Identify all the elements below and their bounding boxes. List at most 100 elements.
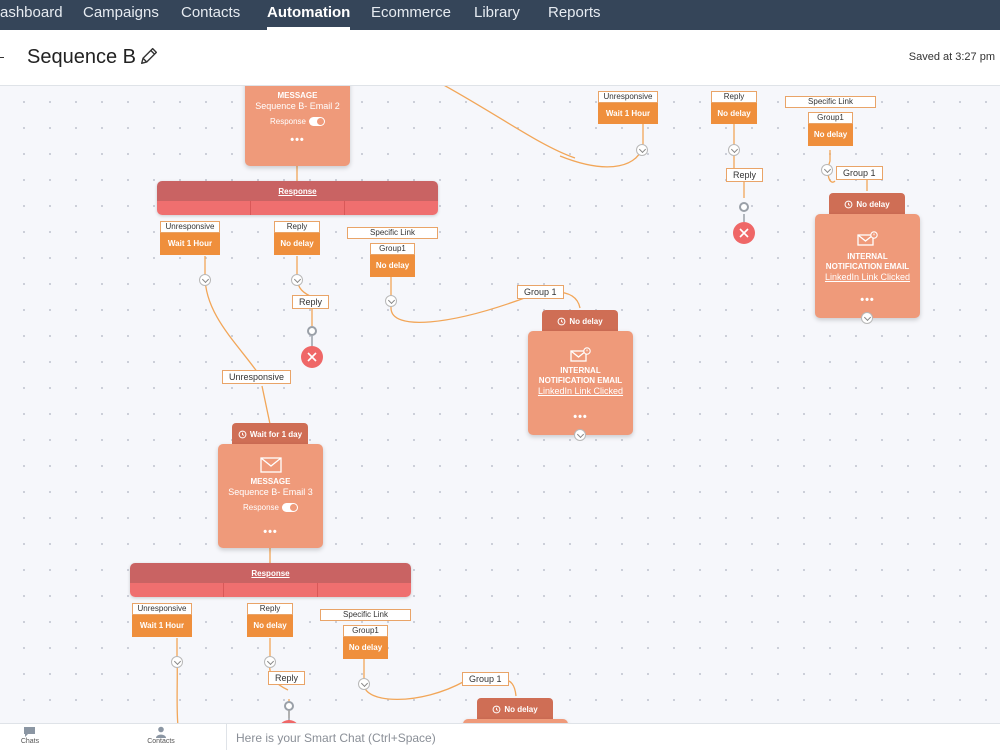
- no-delay-button[interactable]: No delay: [711, 103, 757, 124]
- chevron-down-icon[interactable]: [291, 274, 303, 286]
- automation-canvas[interactable]: Unresponsive Wait 1 Hour Reply No delay …: [0, 86, 1000, 723]
- card-type-label: MESSAGE: [277, 91, 318, 100]
- chevron-down-icon[interactable]: [199, 274, 211, 286]
- response-bar: Response: [157, 181, 438, 215]
- chevron-down-icon[interactable]: [264, 656, 276, 668]
- person-icon: [156, 726, 166, 738]
- clock-history-icon: [238, 430, 247, 438]
- page-header: Sequence B Saved at 3:27 pm: [0, 30, 1000, 86]
- chevron-down-icon[interactable]: [861, 312, 873, 324]
- bottom-bar: Chats Contacts: [0, 723, 1000, 750]
- group-label: Group1: [808, 112, 853, 124]
- wait-1-hour-button[interactable]: Wait 1 Hour: [160, 233, 220, 255]
- wire-b1-unresp-down: [204, 256, 261, 377]
- branch-label-unresponsive: Unresponsive: [598, 91, 658, 103]
- branch-label-reply: Reply: [711, 91, 757, 103]
- nav-item-automation[interactable]: Automation: [267, 4, 351, 30]
- delay-tab-label: Wait for 1 day: [249, 429, 303, 439]
- notification-email-icon: [569, 347, 591, 362]
- reply-pill: Reply: [268, 671, 306, 685]
- response-toggle-label: Response: [242, 503, 280, 512]
- response-toggle[interactable]: [309, 117, 326, 126]
- chevron-down-icon[interactable]: [574, 429, 586, 441]
- no-delay-button[interactable]: No delay: [247, 615, 293, 637]
- chevron-down-icon[interactable]: [171, 656, 183, 668]
- delay-tab: No delay: [477, 698, 553, 720]
- group-label: Group1: [343, 625, 388, 637]
- connector-node[interactable]: [307, 326, 317, 336]
- group-pill: Group 1: [517, 285, 564, 299]
- end-close-icon[interactable]: [733, 222, 755, 244]
- wait-1-hour-button[interactable]: Wait 1 Hour: [598, 103, 658, 124]
- pencil-icon[interactable]: [138, 45, 160, 67]
- nav-item-library[interactable]: Library: [474, 4, 520, 26]
- branch-label-reply: Reply: [274, 221, 320, 233]
- more-options-icon[interactable]: •••: [245, 134, 350, 146]
- message-card-email-2[interactable]: MESSAGE Sequence B- Email 2 Response •••: [245, 86, 350, 166]
- back-arrow-icon[interactable]: [0, 57, 4, 58]
- chat-bubble-icon: [24, 727, 35, 737]
- delay-tab: No delay: [542, 310, 618, 332]
- response-bar-title[interactable]: Response: [157, 181, 438, 201]
- no-delay-button[interactable]: No delay: [808, 124, 853, 146]
- wire-top-unresp: [559, 124, 644, 168]
- no-delay-button[interactable]: No delay: [370, 255, 415, 277]
- response-bar-title[interactable]: Response: [130, 563, 411, 583]
- branch-label-specific-link: Specific Link: [320, 609, 411, 621]
- chevron-down-icon[interactable]: [385, 295, 397, 307]
- branch-label-unresponsive: Unresponsive: [160, 221, 220, 233]
- delay-tab-label: No delay: [569, 316, 603, 326]
- card-link[interactable]: LinkedIn Link Clicked: [528, 386, 633, 396]
- response-toggle[interactable]: [282, 503, 299, 512]
- wire-b2-unresp-down: [176, 638, 179, 723]
- smart-chat-input[interactable]: [230, 728, 990, 748]
- branch-label-reply: Reply: [247, 603, 293, 615]
- nav-item-contacts[interactable]: Contacts: [181, 4, 240, 26]
- notification-email-icon: [856, 231, 878, 246]
- message-card-email-3[interactable]: MESSAGE Sequence B- Email 3 Response •••: [218, 444, 323, 548]
- no-delay-button[interactable]: No delay: [343, 637, 388, 659]
- group-pill: Group 1: [836, 166, 883, 180]
- chevron-down-icon[interactable]: [636, 144, 648, 156]
- more-options-icon[interactable]: •••: [815, 294, 920, 306]
- chevron-down-icon[interactable]: [358, 678, 370, 690]
- notification-email-card[interactable]: INTERNAL NOTIFICATION EMAIL LinkedIn Lin…: [815, 214, 920, 324]
- more-options-icon[interactable]: •••: [218, 526, 323, 538]
- delay-tab-label: No delay: [856, 199, 890, 209]
- card-type-label: NOTIFICATION EMAIL: [825, 262, 910, 271]
- clock-history-icon: [557, 317, 566, 325]
- response-bar: Response: [130, 563, 411, 597]
- more-options-icon[interactable]: •••: [528, 411, 633, 423]
- unresponsive-pill: Unresponsive: [222, 370, 292, 384]
- chats-label: Chats: [20, 738, 40, 745]
- branch-label-specific-link: Specific Link: [785, 96, 876, 108]
- no-delay-button[interactable]: No delay: [274, 233, 320, 255]
- nav-item-dashboard[interactable]: ashboard: [0, 4, 63, 26]
- contacts-button[interactable]: Contacts: [131, 726, 191, 745]
- chats-button[interactable]: Chats: [0, 726, 60, 745]
- top-navigation: ashboard Campaigns Contacts Automation E…: [0, 0, 1000, 30]
- nav-item-campaigns[interactable]: Campaigns: [83, 4, 159, 26]
- chevron-down-icon[interactable]: [728, 144, 740, 156]
- response-bar-branches: [130, 583, 411, 597]
- group-label: Group1: [370, 243, 415, 255]
- nav-item-reports[interactable]: Reports: [548, 4, 601, 26]
- connector-node[interactable]: [739, 202, 749, 212]
- card-link[interactable]: LinkedIn Link Clicked: [815, 272, 920, 282]
- branch-label-unresponsive: Unresponsive: [132, 603, 192, 615]
- card-type-label: MESSAGE: [250, 477, 291, 486]
- wire-top-incoming: [444, 86, 576, 159]
- group-pill: Group 1: [462, 672, 509, 686]
- response-bar-branches: [157, 201, 438, 215]
- response-toggle-row: Response: [245, 117, 350, 126]
- card-message-name: Sequence B- Email 2: [255, 101, 340, 111]
- envelope-icon: [259, 457, 282, 473]
- delay-tab-label: No delay: [504, 704, 538, 714]
- wait-1-hour-button[interactable]: Wait 1 Hour: [132, 615, 192, 637]
- divider: [226, 724, 227, 750]
- end-close-icon[interactable]: [301, 346, 323, 368]
- notification-email-card[interactable]: INTERNAL NOTIFICATION EMAIL LinkedIn Lin…: [528, 331, 633, 441]
- chevron-down-icon[interactable]: [821, 164, 833, 176]
- connector-node[interactable]: [284, 701, 294, 711]
- nav-item-ecommerce[interactable]: Ecommerce: [371, 4, 451, 26]
